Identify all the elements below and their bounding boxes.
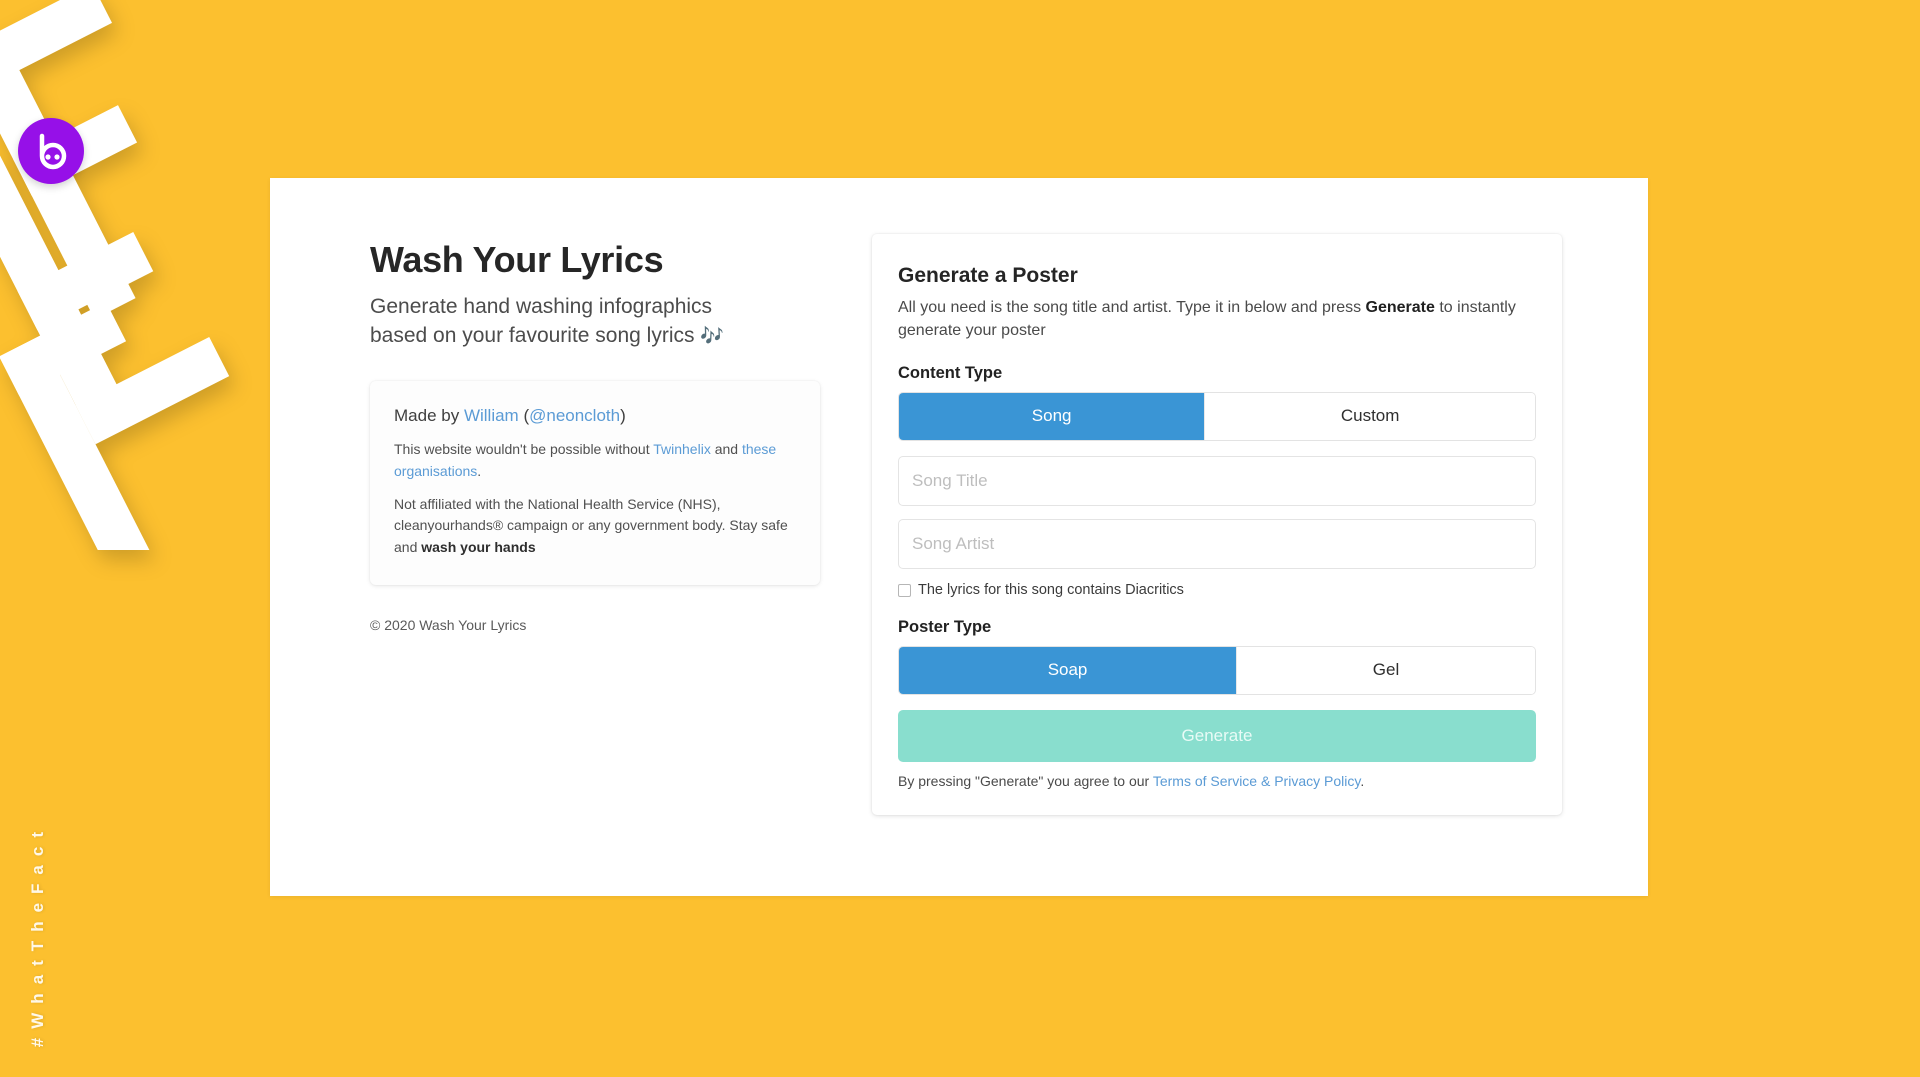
handle-open-paren: (: [519, 406, 529, 425]
form-title: Generate a Poster: [898, 264, 1536, 288]
credit-attribution-text: This website wouldn't be possible withou…: [394, 439, 796, 482]
diacritics-label: The lyrics for this song contains Diacri…: [918, 582, 1184, 598]
vertical-brand-hashtag: #WhatTheFact: [28, 823, 48, 1047]
generate-poster-panel: Generate a Poster All you need is the so…: [872, 234, 1562, 815]
terms-notice: By pressing "Generate" you agree to our …: [898, 773, 1536, 789]
music-note-icon: 🎶: [700, 326, 724, 347]
page-title: Wash Your Lyrics: [370, 238, 820, 281]
diacritics-row: The lyrics for this song contains Diacri…: [898, 582, 1536, 598]
copyright-notice: © 2020 Wash Your Lyrics: [370, 617, 820, 633]
content-type-option-custom[interactable]: Custom: [1204, 393, 1535, 440]
generate-button[interactable]: Generate: [898, 710, 1536, 762]
attribution-suffix: .: [477, 463, 481, 479]
form-description-bold: Generate: [1366, 299, 1435, 316]
attribution-prefix: This website wouldn't be possible withou…: [394, 441, 653, 457]
handle-close-paren: ): [620, 406, 626, 425]
credit-disclaimer-text: Not affiliated with the National Health …: [394, 494, 796, 559]
terms-of-service-link[interactable]: Terms of Service & Privacy Policy: [1153, 773, 1360, 789]
attribution-mid: and: [711, 441, 742, 457]
brand-badge: [18, 118, 84, 184]
diacritics-checkbox[interactable]: [898, 584, 911, 597]
poster-type-option-gel[interactable]: Gel: [1236, 647, 1535, 694]
made-by-line: Made by William (@neoncloth): [394, 406, 796, 426]
content-type-label: Content Type: [898, 364, 1536, 383]
page-subtitle: Generate hand washing infographics based…: [370, 293, 820, 351]
form-description-prefix: All you need is the song title and artis…: [898, 299, 1366, 316]
terms-prefix: By pressing "Generate" you agree to our: [898, 773, 1153, 789]
poster-type-toggle: Soap Gel: [898, 646, 1536, 695]
terms-suffix: .: [1360, 773, 1364, 789]
song-title-input[interactable]: [898, 456, 1536, 506]
form-description: All you need is the song title and artis…: [898, 297, 1536, 342]
wtf-monogram-watermark: [0, 0, 290, 550]
made-by-prefix: Made by: [394, 406, 464, 425]
disclaimer-bold: wash your hands: [421, 539, 535, 555]
content-type-toggle: Song Custom: [898, 392, 1536, 441]
intro-column: Wash Your Lyrics Generate hand washing i…: [370, 226, 820, 633]
credit-card: Made by William (@neoncloth) This websit…: [370, 381, 820, 584]
content-type-option-song[interactable]: Song: [899, 393, 1204, 440]
poster-type-option-soap[interactable]: Soap: [899, 647, 1236, 694]
page-subtitle-line2: based on your favourite song lyrics: [370, 324, 695, 347]
author-link[interactable]: William: [464, 406, 519, 425]
page-sheet: Wash Your Lyrics Generate hand washing i…: [270, 178, 1648, 896]
page-subtitle-line1: Generate hand washing infographics: [370, 295, 712, 318]
song-artist-input[interactable]: [898, 519, 1536, 569]
poster-type-label: Poster Type: [898, 618, 1536, 637]
author-handle-link[interactable]: @neoncloth: [529, 406, 620, 425]
twinhelix-link[interactable]: Twinhelix: [653, 441, 711, 457]
